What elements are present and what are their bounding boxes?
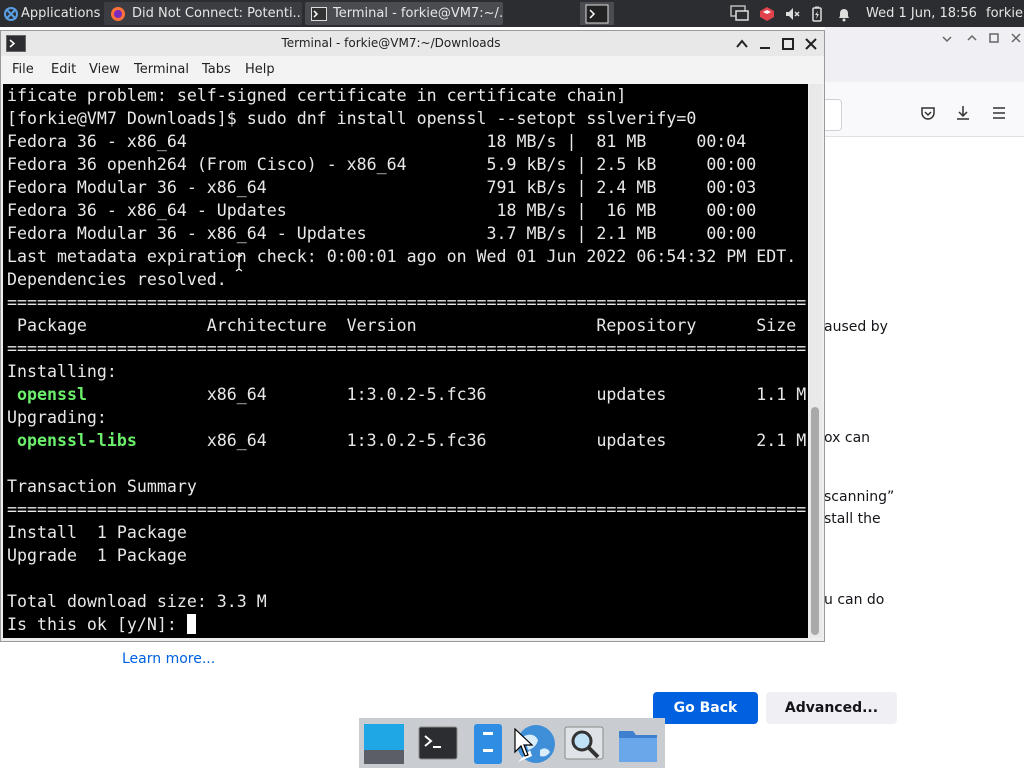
terminal-line: [forkie@VM7 Downloads]$ sudo dnf install…	[7, 109, 697, 128]
terminal-line: Fedora 36 openh264 (From Cisco) - x86_64…	[7, 155, 757, 174]
terminal-icon	[311, 6, 327, 22]
dock	[359, 718, 665, 768]
xfce-logo-icon	[3, 6, 19, 22]
terminal-line: Transaction Summary	[7, 477, 197, 496]
terminal-line: Installing:	[7, 362, 117, 381]
terminal-line: ========================================…	[7, 500, 807, 519]
menu-edit[interactable]: Edit	[51, 56, 76, 84]
terminal-line: Total download size: 3.3 M	[7, 592, 267, 611]
downloads-icon[interactable]	[955, 105, 971, 121]
terminal-menubar: File Edit View Terminal Tabs Help	[1, 56, 824, 84]
package-row: openssl-libs x86_64 1:3.0.2-5.fc36 updat…	[7, 429, 806, 452]
error-text-fragment: stall the	[824, 511, 881, 527]
package-row: openssl x86_64 1:3.0.2-5.fc36 updates 1.…	[7, 383, 806, 406]
advanced-button[interactable]: Advanced...	[766, 692, 897, 724]
terminal-line: Install 1 Package	[7, 523, 187, 542]
browser-titlebar	[825, 27, 1024, 82]
package-details: x86_64 1:3.0.2-5.fc36 updates 2.1 M	[136, 431, 807, 450]
minimize-icon[interactable]	[758, 37, 772, 51]
top-panel: Applications Did Not Connect: Potenti...…	[0, 0, 1024, 27]
error-text-fragment: aused by	[824, 319, 888, 335]
package-name	[7, 385, 17, 404]
menu-terminal[interactable]: Terminal	[134, 56, 189, 84]
close-icon[interactable]	[1009, 31, 1023, 45]
terminal-line: Upgrading:	[7, 408, 107, 427]
terminal-line: ificate problem: self-signed certificate…	[7, 86, 627, 105]
maximize-icon[interactable]	[781, 37, 795, 51]
notification-bell-icon[interactable]	[833, 0, 855, 27]
prompt-text: Is this ok [y/N]:	[7, 615, 187, 634]
terminal-line: Fedora Modular 36 - x86_64 791 kB/s | 2.…	[7, 178, 757, 197]
terminal-line: ========================================…	[7, 293, 807, 312]
battery-icon[interactable]	[806, 0, 828, 27]
terminal-line: ========================================…	[7, 339, 807, 358]
terminal-app-icon[interactable]	[416, 722, 460, 766]
terminal-icon	[585, 4, 609, 24]
terminal-line: Upgrade 1 Package	[7, 546, 187, 565]
taskbar-item-label: Terminal - forkie@VM7:~/...	[333, 6, 503, 21]
terminal-line: Fedora Modular 36 - x86_64 - Updates 3.7…	[7, 224, 757, 243]
taskbar-item-browser[interactable]: Did Not Connect: Potenti...	[104, 2, 302, 25]
terminal-titlebar[interactable]: Terminal - forkie@VM7:~/Downloads	[1, 31, 824, 56]
taskbar-item-label: Did Not Connect: Potenti...	[132, 6, 302, 21]
shade-icon[interactable]	[735, 37, 749, 51]
clock[interactable]: Wed 1 Jun, 18:56	[866, 0, 981, 27]
package-name: openssl	[17, 385, 87, 404]
terminal-line: Last metadata expiration check: 0:00:01 …	[7, 247, 797, 266]
scrollbar-thumb[interactable]	[811, 407, 819, 635]
volume-muted-icon[interactable]	[781, 0, 803, 27]
user-menu[interactable]: forkie	[986, 0, 1024, 27]
go-back-button[interactable]: Go Back	[653, 692, 758, 724]
error-text-fragment: ox can	[824, 430, 871, 446]
terminal-output[interactable]: ificate problem: self-signed certificate…	[3, 84, 808, 638]
network-icon[interactable]	[727, 0, 753, 27]
menu-file[interactable]: File	[12, 56, 34, 84]
prompt-line: Is this ok [y/N]:	[7, 613, 196, 636]
close-icon[interactable]	[804, 37, 818, 51]
folder-icon[interactable]	[616, 722, 660, 766]
taskbar-item-terminal[interactable]: Terminal - forkie@VM7:~/...	[305, 2, 503, 25]
app-finder-search-icon[interactable]	[562, 722, 606, 766]
minimize-icon[interactable]	[940, 31, 954, 45]
mouse-pointer-icon	[514, 728, 534, 758]
package-details: x86_64 1:3.0.2-5.fc36 updates 1.1 M	[86, 385, 807, 404]
menu-tabs[interactable]: Tabs	[202, 56, 231, 84]
menu-view[interactable]: View	[89, 56, 120, 84]
terminal-line: Dependencies resolved.	[7, 270, 227, 289]
browser-toolbar	[825, 82, 1024, 137]
menu-help[interactable]: Help	[245, 56, 275, 84]
terminal-line: Fedora 36 - x86_64 - Updates 18 MB/s | 1…	[7, 201, 757, 220]
workspace-switcher[interactable]	[580, 2, 614, 25]
terminal-line: Package Architecture Version Repository …	[7, 316, 797, 335]
applications-menu-button[interactable]: Applications	[0, 0, 100, 27]
file-manager-icon[interactable]	[466, 722, 510, 766]
terminal-line: Fedora 36 - x86_64 18 MB/s | 81 MB 00:04	[7, 132, 747, 151]
learn-more-link[interactable]: Learn more...	[122, 651, 215, 667]
text-select-cursor-icon	[234, 254, 244, 272]
package-updates-icon[interactable]	[756, 0, 778, 27]
window-title: Terminal - forkie@VM7:~/Downloads	[281, 36, 501, 50]
pocket-icon[interactable]	[920, 105, 936, 121]
url-bar[interactable]	[825, 99, 842, 131]
firefox-icon	[110, 6, 126, 22]
collapse-icon[interactable]	[965, 31, 979, 45]
applications-label: Applications	[21, 6, 100, 21]
error-text-fragment: scanning”	[824, 489, 895, 505]
hamburger-menu-icon[interactable]	[991, 105, 1007, 121]
terminal-window: Terminal - forkie@VM7:~/Downloads File E…	[0, 30, 825, 642]
show-desktop-icon[interactable]	[362, 722, 406, 766]
error-text-fragment: u can do	[824, 592, 885, 608]
text-cursor	[186, 614, 196, 634]
maximize-icon[interactable]	[987, 31, 1001, 45]
package-name: openssl-libs	[17, 431, 137, 450]
